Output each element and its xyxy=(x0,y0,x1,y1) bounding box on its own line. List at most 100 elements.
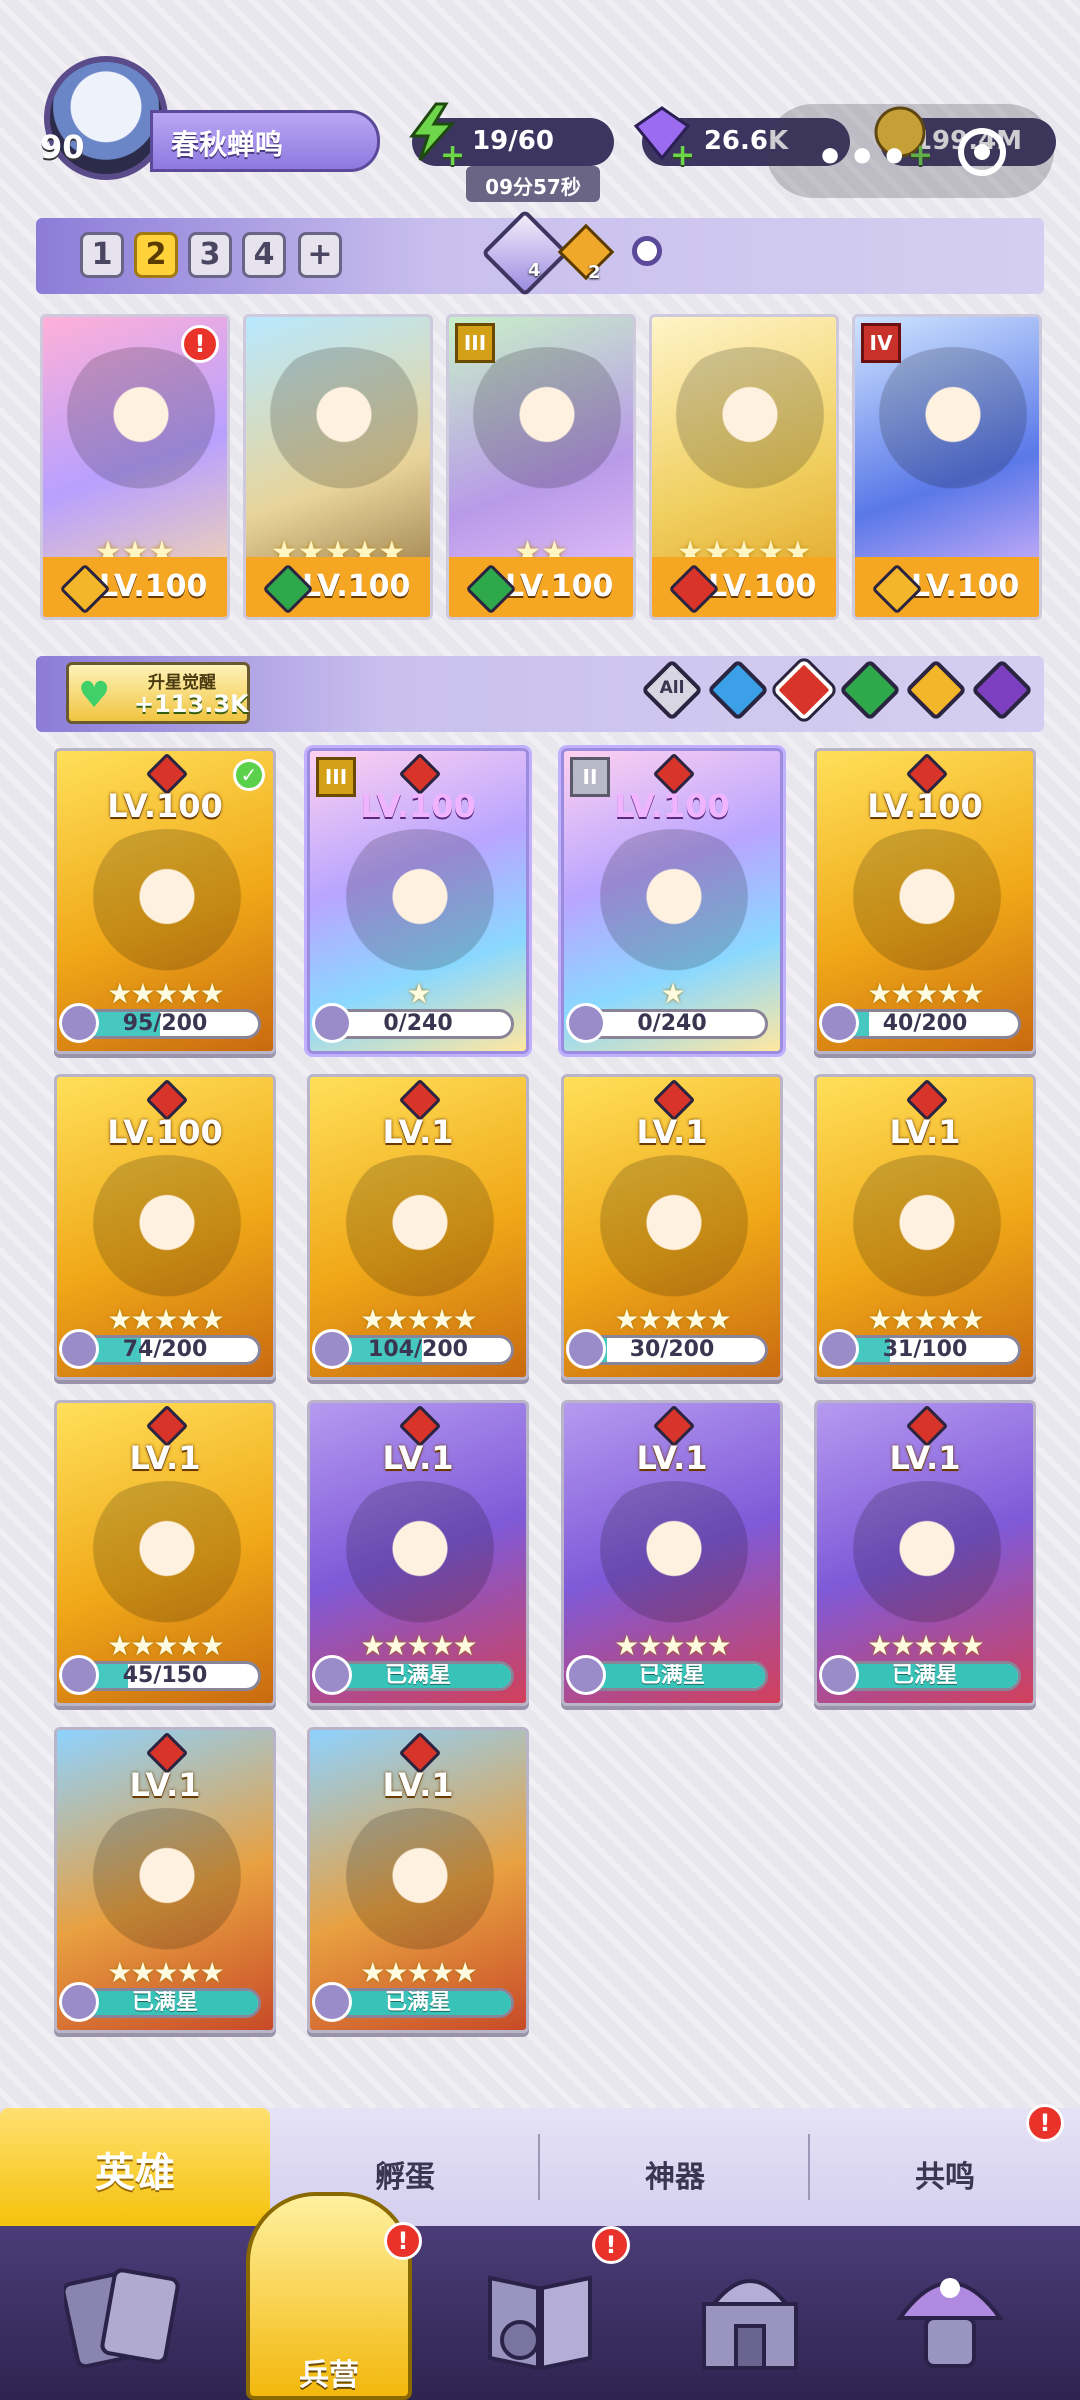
shard-progress-text: 74/200 xyxy=(122,1337,208,1362)
hero-portrait xyxy=(77,829,257,979)
shard-progress-text: 已满星 xyxy=(384,1990,451,2015)
hero-portrait xyxy=(330,1481,510,1631)
shard-icon xyxy=(59,1982,99,2022)
diamond-plus-icon[interactable]: + xyxy=(670,138,695,173)
map-alert-icon: ! xyxy=(592,2226,630,2264)
hero-portrait xyxy=(77,1481,257,1631)
cards-nav-icon[interactable] xyxy=(64,2248,184,2378)
card-level: LV.100 xyxy=(449,557,633,617)
mushroom-house-nav-icon[interactable] xyxy=(890,2248,1010,2378)
hero-card[interactable]: LV.1 ★★★★★ 已满星 xyxy=(54,1727,276,2033)
hero-portrait xyxy=(330,1155,510,1305)
player-level: 90 xyxy=(40,128,85,166)
card-level-text: LV.100 xyxy=(911,569,1020,604)
hero-level: LV.1 xyxy=(129,1766,201,1804)
resonance-alert-icon: ! xyxy=(1026,2104,1064,2142)
team-tab-1[interactable]: 1 xyxy=(80,232,124,278)
rank-badge: III xyxy=(455,323,495,363)
close-target-icon[interactable] xyxy=(958,128,1006,176)
hero-card[interactable]: LV.100 ★★★★★ 74/200 xyxy=(54,1074,276,1380)
shard-progress-text: 30/200 xyxy=(629,1337,715,1362)
card-level-text: LV.100 xyxy=(302,569,411,604)
hero-portrait xyxy=(77,1155,257,1305)
hero-portrait xyxy=(837,1481,1017,1631)
shard-progress-text: 已满星 xyxy=(131,1990,198,2015)
shard-icon xyxy=(312,1003,352,1043)
hero-level: LV.100 xyxy=(867,787,983,825)
rank-badge: IV xyxy=(861,323,901,363)
hero-level: LV.100 xyxy=(614,787,730,825)
hero-level: LV.1 xyxy=(636,1113,708,1151)
tab-artifacts[interactable]: 神器 xyxy=(540,2108,810,2226)
hero-card[interactable]: LV.1 ★★★★★ 已满星 xyxy=(307,1400,529,1706)
card-level-text: LV.100 xyxy=(505,569,614,604)
energy-plus-icon[interactable]: + xyxy=(440,138,465,173)
shard-icon xyxy=(566,1655,606,1695)
shard-icon xyxy=(566,1003,606,1043)
hero-portrait xyxy=(457,347,633,497)
hero-portrait xyxy=(584,829,764,979)
energy-value: 19/60 xyxy=(472,126,554,156)
team-card-3[interactable]: III ★★ LV.100 xyxy=(446,314,636,620)
card-level-text: LV.100 xyxy=(708,569,817,604)
team-card-1[interactable]: ! ★★★ LV.100 xyxy=(40,314,230,620)
team-tab-4[interactable]: 4 xyxy=(242,232,286,278)
more-menu-icon[interactable]: ••• xyxy=(816,132,912,183)
map-book-nav-icon[interactable] xyxy=(480,2248,600,2378)
shard-progress-text: 0/240 xyxy=(383,1011,453,1036)
hero-card[interactable]: LV.1 ★★★★★ 30/200 xyxy=(561,1074,783,1380)
shard-icon xyxy=(819,1003,859,1043)
tab-heroes[interactable]: 英雄 xyxy=(0,2108,270,2226)
hero-card[interactable]: LV.1 ★★★★★ 已满星 xyxy=(307,1727,529,2033)
shard-progress-text: 31/100 xyxy=(882,1337,968,1362)
energy-counter[interactable]: + 19/60 xyxy=(409,102,614,173)
hero-portrait xyxy=(51,347,227,497)
team-tab-add[interactable]: + xyxy=(298,232,342,278)
hero-level: LV.100 xyxy=(360,787,476,825)
team-tab-3[interactable]: 3 xyxy=(188,232,232,278)
shard-icon xyxy=(819,1655,859,1695)
hero-card[interactable]: LV.1 ★★★★★ 已满星 xyxy=(561,1400,783,1706)
hero-portrait xyxy=(837,829,1017,979)
hero-portrait xyxy=(254,347,430,497)
hero-card[interactable]: II LV.100 ★ 0/240 xyxy=(561,748,783,1054)
hero-card[interactable]: LV.1 ★★★★★ 45/150 xyxy=(54,1400,276,1706)
hero-level: LV.1 xyxy=(129,1439,201,1477)
card-level: LV.100 xyxy=(43,557,227,617)
hero-portrait xyxy=(660,347,836,497)
castle-nav-icon[interactable] xyxy=(690,2248,810,2378)
hero-portrait xyxy=(330,1808,510,1958)
shard-progress-text: 95/200 xyxy=(122,1011,208,1036)
hero-card[interactable]: ✓ LV.100 ★★★★★ 95/200 xyxy=(54,748,276,1054)
shard-progress-text: 40/200 xyxy=(882,1011,968,1036)
hero-card[interactable]: LV.1 ★★★★★ 已满星 xyxy=(814,1400,1036,1706)
player-name[interactable]: 春秋蝉鸣 xyxy=(150,110,380,172)
shard-progress-text: 45/150 xyxy=(122,1663,208,1688)
card-level: LV.100 xyxy=(855,557,1039,617)
card-level-text: LV.100 xyxy=(99,569,208,604)
shard-icon xyxy=(312,1982,352,2022)
shard-icon xyxy=(312,1329,352,1369)
barracks-nav-label: 兵营 xyxy=(299,2358,359,2393)
filter-all-label: All xyxy=(659,678,685,698)
hero-card[interactable]: III LV.100 ★ 0/240 xyxy=(307,748,529,1054)
team-tab-2[interactable]: 2 xyxy=(134,232,178,278)
magnify-icon[interactable] xyxy=(632,236,662,266)
hero-level: LV.1 xyxy=(889,1113,961,1151)
shard-icon xyxy=(59,1003,99,1043)
team-card-5[interactable]: IV LV.100 xyxy=(852,314,1042,620)
hero-card[interactable]: LV.1 ★★★★★ 104/200 xyxy=(307,1074,529,1380)
shard-progress-text: 已满星 xyxy=(891,1663,958,1688)
hero-portrait xyxy=(330,829,510,979)
shard-icon xyxy=(59,1329,99,1369)
team-card-2[interactable]: ★★★★★ LV.100 xyxy=(243,314,433,620)
hero-card[interactable]: LV.1 ★★★★★ 31/100 xyxy=(814,1074,1036,1380)
hero-level: LV.1 xyxy=(382,1113,454,1151)
shard-icon xyxy=(566,1329,606,1369)
card-level: LV.100 xyxy=(652,557,836,617)
hero-level: LV.1 xyxy=(382,1766,454,1804)
shard-icon xyxy=(819,1329,859,1369)
hero-portrait xyxy=(584,1155,764,1305)
team-card-4[interactable]: ★★★★★ LV.100 xyxy=(649,314,839,620)
hero-card[interactable]: LV.100 ★★★★★ 40/200 xyxy=(814,748,1036,1054)
